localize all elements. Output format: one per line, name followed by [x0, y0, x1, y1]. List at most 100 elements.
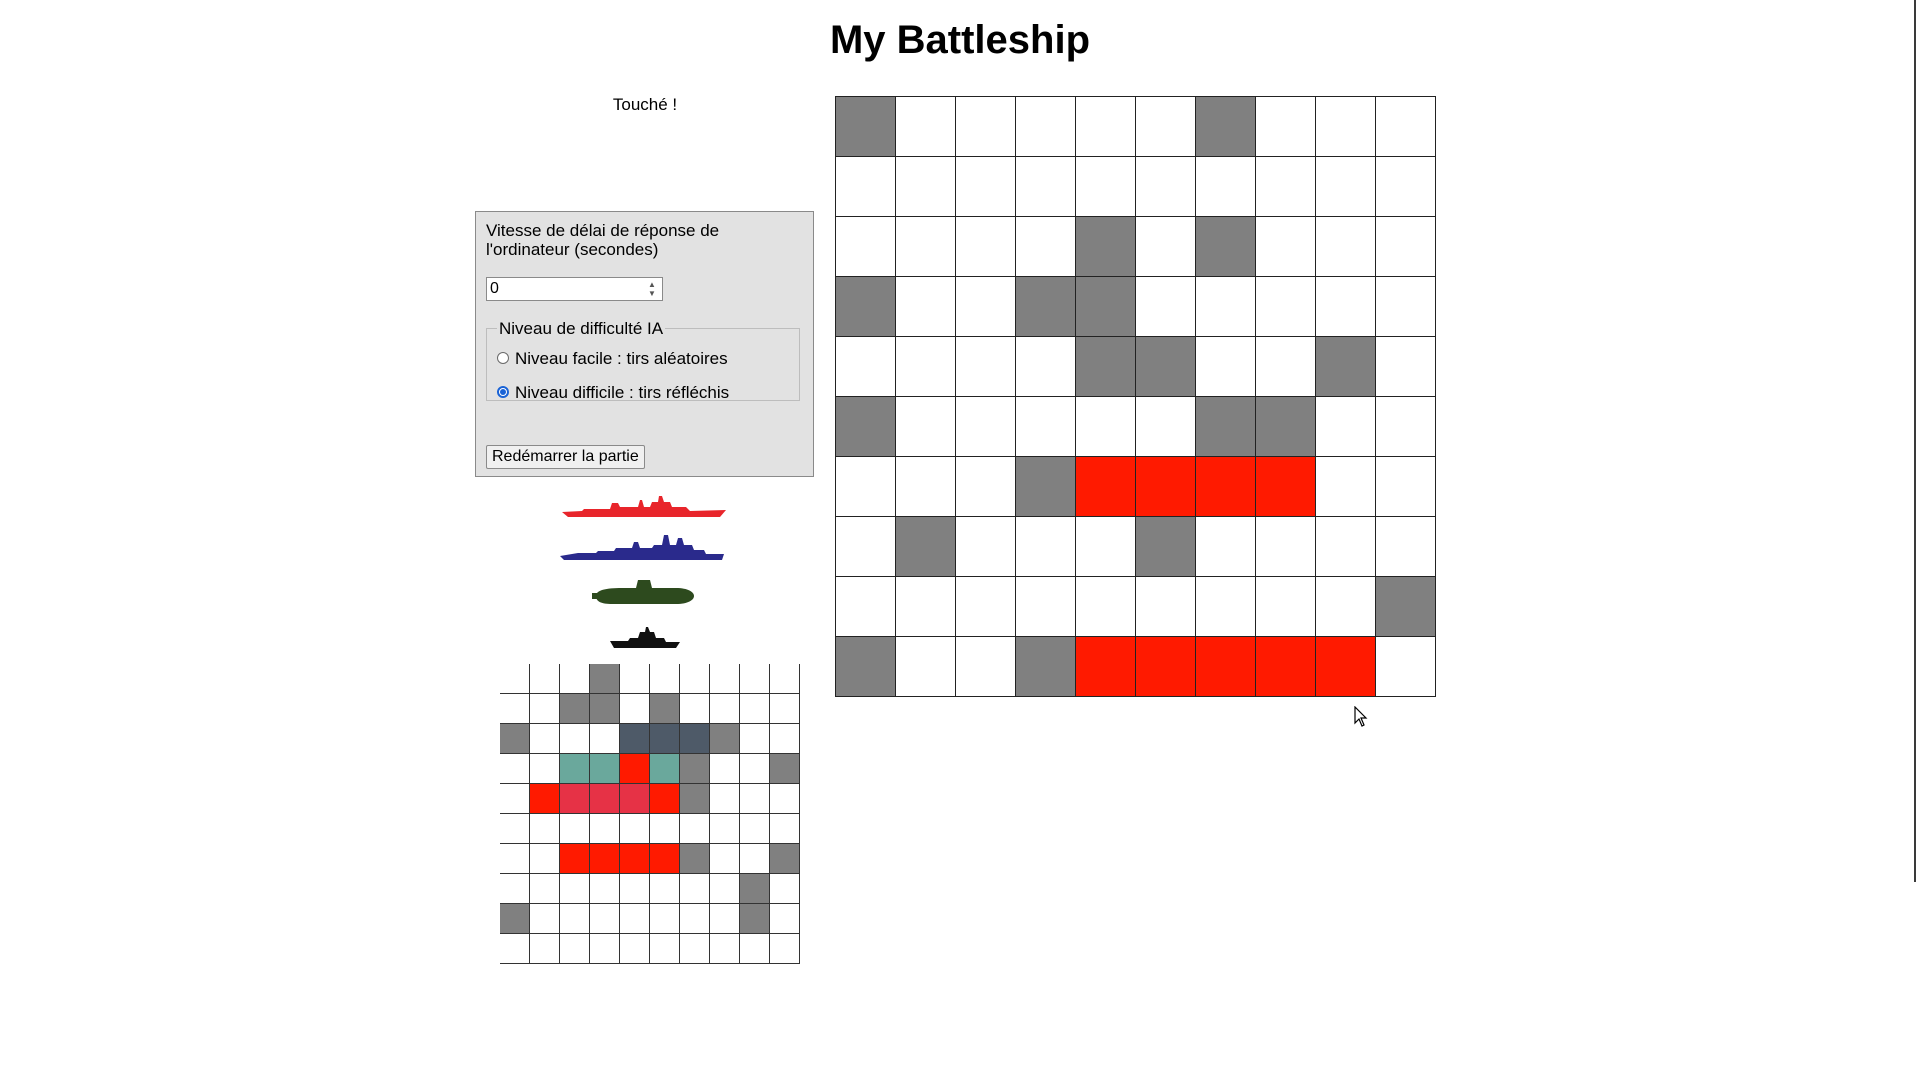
- grid-cell[interactable]: [1196, 157, 1256, 217]
- spinner-up-icon[interactable]: ▲: [644, 280, 660, 289]
- grid-cell[interactable]: [836, 337, 896, 397]
- hit-cell[interactable]: [1196, 637, 1256, 697]
- miss-cell[interactable]: [1016, 457, 1076, 517]
- scrollbar[interactable]: [1914, 0, 1916, 882]
- miss-cell[interactable]: [1016, 277, 1076, 337]
- grid-cell[interactable]: [836, 577, 896, 637]
- grid-cell[interactable]: [896, 457, 956, 517]
- grid-cell[interactable]: [1016, 337, 1076, 397]
- hit-cell[interactable]: [1136, 637, 1196, 697]
- grid-cell[interactable]: [896, 157, 956, 217]
- spinner-down-icon[interactable]: ▼: [644, 289, 660, 298]
- grid-cell[interactable]: [896, 397, 956, 457]
- grid-cell[interactable]: [1316, 217, 1376, 277]
- grid-cell[interactable]: [1016, 397, 1076, 457]
- grid-cell[interactable]: [1076, 517, 1136, 577]
- hit-cell[interactable]: [1076, 457, 1136, 517]
- grid-cell[interactable]: [1376, 277, 1436, 337]
- miss-cell[interactable]: [836, 277, 896, 337]
- hit-cell[interactable]: [1196, 457, 1256, 517]
- delay-input[interactable]: [487, 279, 643, 299]
- grid-cell[interactable]: [836, 217, 896, 277]
- miss-cell[interactable]: [1196, 97, 1256, 157]
- grid-cell[interactable]: [836, 517, 896, 577]
- hit-cell[interactable]: [1136, 457, 1196, 517]
- grid-cell[interactable]: [1256, 337, 1316, 397]
- miss-cell[interactable]: [896, 517, 956, 577]
- miss-cell[interactable]: [1136, 517, 1196, 577]
- easy-radio[interactable]: [497, 352, 509, 364]
- miss-cell[interactable]: [1196, 397, 1256, 457]
- grid-cell[interactable]: [956, 637, 1016, 697]
- grid-cell[interactable]: [896, 97, 956, 157]
- grid-cell[interactable]: [956, 277, 1016, 337]
- grid-cell[interactable]: [1256, 157, 1316, 217]
- grid-cell[interactable]: [896, 577, 956, 637]
- grid-cell[interactable]: [1016, 577, 1076, 637]
- grid-cell[interactable]: [1256, 277, 1316, 337]
- grid-cell[interactable]: [896, 337, 956, 397]
- grid-cell[interactable]: [1256, 577, 1316, 637]
- grid-cell[interactable]: [956, 217, 1016, 277]
- difficulty-option-easy[interactable]: Niveau facile : tirs aléatoires: [497, 340, 791, 376]
- grid-cell[interactable]: [1196, 517, 1256, 577]
- miss-cell[interactable]: [1076, 277, 1136, 337]
- miss-cell[interactable]: [1016, 637, 1076, 697]
- miss-cell[interactable]: [1196, 217, 1256, 277]
- grid-cell[interactable]: [1076, 577, 1136, 637]
- miss-cell[interactable]: [1076, 217, 1136, 277]
- grid-cell[interactable]: [1136, 577, 1196, 637]
- number-spinner[interactable]: ▲ ▼: [644, 280, 660, 298]
- grid-cell[interactable]: [1256, 517, 1316, 577]
- grid-cell[interactable]: [1136, 157, 1196, 217]
- grid-cell[interactable]: [1376, 637, 1436, 697]
- grid-cell[interactable]: [1376, 97, 1436, 157]
- grid-cell[interactable]: [1136, 397, 1196, 457]
- grid-cell[interactable]: [956, 397, 1016, 457]
- grid-cell[interactable]: [1256, 97, 1316, 157]
- grid-cell[interactable]: [1076, 397, 1136, 457]
- grid-cell[interactable]: [1316, 277, 1376, 337]
- grid-cell[interactable]: [1316, 577, 1376, 637]
- grid-cell[interactable]: [956, 97, 1016, 157]
- grid-cell[interactable]: [896, 277, 956, 337]
- grid-cell[interactable]: [1016, 157, 1076, 217]
- difficulty-option-hard[interactable]: Niveau difficile : tirs réfléchis: [497, 374, 791, 410]
- grid-cell[interactable]: [1196, 577, 1256, 637]
- grid-cell[interactable]: [1016, 97, 1076, 157]
- miss-cell[interactable]: [1376, 577, 1436, 637]
- grid-cell[interactable]: [1376, 337, 1436, 397]
- hit-cell[interactable]: [1256, 457, 1316, 517]
- miss-cell[interactable]: [1316, 337, 1376, 397]
- miss-cell[interactable]: [1256, 397, 1316, 457]
- hit-cell[interactable]: [1316, 637, 1376, 697]
- grid-cell[interactable]: [1016, 517, 1076, 577]
- grid-cell[interactable]: [956, 457, 1016, 517]
- miss-cell[interactable]: [1076, 337, 1136, 397]
- grid-cell[interactable]: [1316, 517, 1376, 577]
- miss-cell[interactable]: [1136, 337, 1196, 397]
- grid-cell[interactable]: [1256, 217, 1316, 277]
- grid-cell[interactable]: [836, 157, 896, 217]
- grid-cell[interactable]: [836, 457, 896, 517]
- grid-cell[interactable]: [1076, 157, 1136, 217]
- hard-radio[interactable]: [497, 386, 509, 398]
- grid-cell[interactable]: [1316, 97, 1376, 157]
- grid-cell[interactable]: [1136, 277, 1196, 337]
- grid-cell[interactable]: [1316, 157, 1376, 217]
- grid-cell[interactable]: [896, 217, 956, 277]
- grid-cell[interactable]: [1076, 97, 1136, 157]
- grid-cell[interactable]: [1316, 457, 1376, 517]
- hit-cell[interactable]: [1256, 637, 1316, 697]
- grid-cell[interactable]: [956, 337, 1016, 397]
- grid-cell[interactable]: [1376, 457, 1436, 517]
- delay-field[interactable]: ▲ ▼: [486, 277, 663, 301]
- restart-button[interactable]: Redémarrer la partie: [486, 445, 645, 469]
- hit-cell[interactable]: [1076, 637, 1136, 697]
- grid-cell[interactable]: [1016, 217, 1076, 277]
- grid-cell[interactable]: [1376, 397, 1436, 457]
- grid-cell[interactable]: [1376, 217, 1436, 277]
- miss-cell[interactable]: [836, 397, 896, 457]
- miss-cell[interactable]: [836, 637, 896, 697]
- grid-cell[interactable]: [1196, 337, 1256, 397]
